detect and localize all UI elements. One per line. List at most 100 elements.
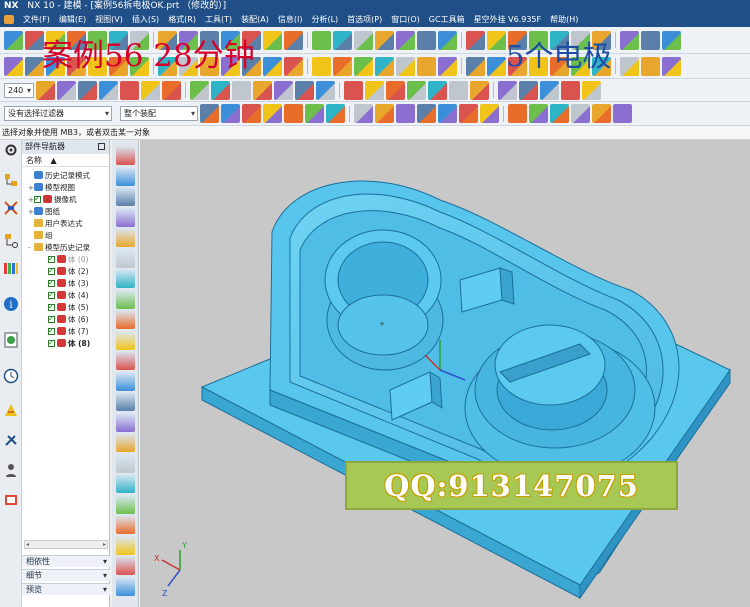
toolbar-tool-icon[interactable] [263, 104, 282, 123]
vertical-tool-icon[interactable] [116, 371, 135, 391]
navigator-dependencies[interactable]: 相依性 [22, 555, 110, 568]
toolbar-tool-icon[interactable] [221, 104, 240, 123]
toolbar-tool-icon[interactable] [571, 104, 590, 123]
toolbar-tool-icon[interactable] [190, 80, 209, 100]
vertical-tool-icon[interactable] [116, 166, 135, 186]
vertical-tool-icon[interactable] [116, 207, 135, 227]
navigator-node[interactable]: 体 (0) [22, 253, 109, 266]
toolbar-tool-icon[interactable] [141, 80, 160, 100]
navigator-node[interactable]: 体 (8) [22, 337, 109, 350]
settings-gear-icon[interactable] [3, 142, 19, 158]
toolbar-tool-icon[interactable] [519, 80, 538, 100]
toolbar-tool-icon[interactable] [162, 80, 181, 100]
toolbar-tool-icon[interactable] [662, 56, 681, 76]
vertical-tool-icon[interactable] [116, 269, 135, 288]
toolbar-tool-icon[interactable] [284, 56, 303, 76]
toolbar-tool-icon[interactable] [211, 80, 230, 100]
navigator-preview[interactable]: 预览 [22, 583, 110, 596]
menu-item-4[interactable]: 格式(R) [168, 14, 196, 25]
toolbar-tool-icon[interactable] [620, 30, 639, 50]
toolbar-tool-icon[interactable] [396, 56, 415, 76]
app-menu-icon[interactable] [4, 15, 14, 24]
toolbar-tool-icon[interactable] [417, 30, 436, 50]
assembly-navigator-icon[interactable] [3, 172, 19, 188]
visibility-checkbox[interactable] [34, 193, 41, 205]
toolbar-tool-icon[interactable] [620, 56, 639, 76]
toolbar-tool-icon[interactable] [613, 104, 632, 123]
toolbar-tool-icon[interactable] [284, 30, 303, 50]
toolbar-tool-icon[interactable] [407, 80, 426, 100]
navigator-node[interactable]: + 图纸 [22, 206, 109, 218]
scroll-right-icon[interactable]: ▸ [103, 541, 106, 548]
toolbar-tool-icon[interactable] [438, 30, 457, 50]
roles-icon[interactable] [3, 462, 19, 478]
toolbar-tool-icon[interactable] [459, 104, 478, 123]
toolbar-tool-icon[interactable] [438, 104, 457, 123]
toolbar-tool-icon[interactable] [470, 80, 489, 100]
menu-item-11[interactable]: GC工具箱 [429, 14, 465, 25]
vertical-tool-icon[interactable] [116, 310, 135, 329]
zoom-select[interactable]: 240 [4, 82, 34, 98]
toolbar-tool-icon[interactable] [540, 80, 559, 100]
info-icon[interactable]: i [3, 296, 19, 312]
process-studio-icon[interactable] [3, 432, 19, 448]
toolbar-tool-icon[interactable] [57, 80, 76, 100]
toolbar-tool-icon[interactable] [263, 56, 282, 76]
selection-filter-select[interactable]: 没有选择过滤器 [4, 106, 112, 121]
navigator-node[interactable]: 体 (2) [22, 265, 109, 278]
toolbar-tool-icon[interactable] [242, 104, 261, 123]
vertical-tool-icon[interactable] [116, 433, 135, 452]
menu-item-12[interactable]: 星空外挂 V6.935F [474, 14, 542, 25]
toolbar-tool-icon[interactable] [641, 56, 660, 76]
toolbar-tool-icon[interactable] [592, 104, 611, 123]
navigator-node[interactable]: 体 (3) [22, 277, 109, 290]
toolbar-tool-icon[interactable] [312, 56, 331, 76]
toolbar-tool-icon[interactable] [641, 30, 660, 50]
manufacturing-wizard-icon[interactable] [3, 492, 19, 508]
toolbar-tool-icon[interactable] [375, 30, 394, 50]
menu-item-13[interactable]: 帮助(H) [550, 14, 578, 25]
vertical-tool-icon[interactable] [116, 453, 135, 473]
menu-item-1[interactable]: 编辑(E) [59, 14, 86, 25]
toolbar-tool-icon[interactable] [200, 104, 219, 123]
graphics-viewport[interactable]: + X Y Z [140, 140, 750, 607]
toolbar-tool-icon[interactable] [480, 104, 499, 123]
part-navigator-icon[interactable] [3, 232, 19, 248]
vertical-tool-icon[interactable] [116, 289, 135, 309]
visibility-checkbox[interactable] [48, 313, 55, 325]
toolbar-tool-icon[interactable] [99, 80, 118, 100]
vertical-tool-icon[interactable] [116, 330, 135, 350]
toolbar-tool-icon[interactable] [284, 104, 303, 123]
menu-item-8[interactable]: 分析(L) [311, 14, 338, 25]
vertical-tool-icon[interactable] [116, 556, 135, 575]
navigator-node[interactable]: +摄像机 [22, 193, 109, 206]
navigator-details[interactable]: 细节 [22, 569, 110, 582]
toolbar-tool-icon[interactable] [305, 104, 324, 123]
toolbar-tool-icon[interactable] [466, 30, 485, 50]
visibility-checkbox[interactable] [48, 277, 55, 289]
toolbar-tool-icon[interactable] [326, 104, 345, 123]
navigator-node[interactable]: 体 (4) [22, 289, 109, 302]
scroll-left-icon[interactable]: ◂ [26, 541, 29, 548]
vertical-tool-icon[interactable] [116, 412, 135, 432]
toolbar-tool-icon[interactable] [4, 30, 23, 50]
toolbar-tool-icon[interactable] [316, 80, 335, 100]
web-browser-icon[interactable] [3, 332, 19, 348]
toolbar-tool-icon[interactable] [375, 104, 394, 123]
constraint-navigator-icon[interactable] [3, 200, 19, 216]
toolbar-tool-icon[interactable] [508, 104, 527, 123]
toolbar-tool-icon[interactable] [386, 80, 405, 100]
navigator-node[interactable]: 体 (7) [22, 325, 109, 338]
toolbar-tool-icon[interactable] [354, 56, 373, 76]
toolbar-tool-icon[interactable] [417, 56, 436, 76]
toolbar-tool-icon[interactable] [333, 56, 352, 76]
navigator-column-header[interactable]: 名称 ▲ [22, 154, 109, 167]
toolbar-tool-icon[interactable] [312, 30, 331, 50]
toolbar-tool-icon[interactable] [428, 80, 447, 100]
navigator-node[interactable]: 体 (6) [22, 313, 109, 326]
toolbar-tool-icon[interactable] [417, 104, 436, 123]
toolbar-tool-icon[interactable] [487, 56, 506, 76]
navigator-node[interactable]: 体 (5) [22, 301, 109, 314]
visibility-checkbox[interactable] [48, 265, 55, 277]
toolbar-tool-icon[interactable] [274, 80, 293, 100]
